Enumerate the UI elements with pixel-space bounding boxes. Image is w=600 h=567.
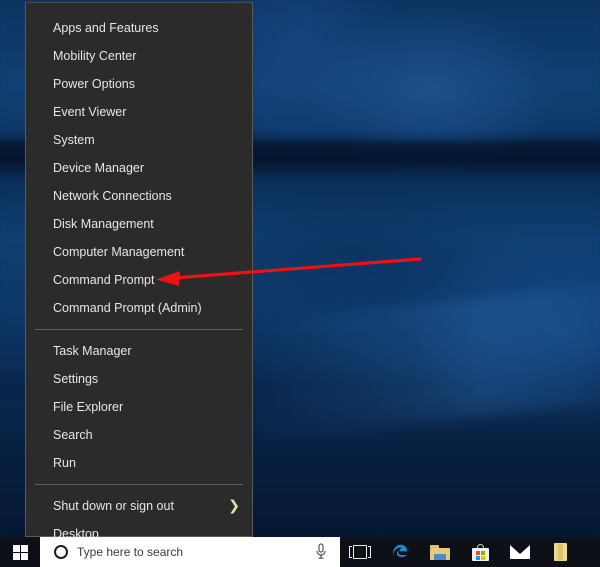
windows-logo-icon	[12, 544, 28, 560]
menu-item-label: Command Prompt (Admin)	[53, 301, 202, 315]
sticky-notes-button[interactable]	[540, 537, 580, 567]
microphone-button[interactable]	[302, 537, 340, 567]
task-view-icon	[349, 545, 371, 559]
menu-item-computer-management[interactable]: Computer Management	[26, 238, 252, 266]
search-placeholder-text: Type here to search	[77, 545, 184, 559]
microphone-icon	[316, 543, 326, 559]
menu-item-command-prompt[interactable]: Command Prompt	[26, 266, 252, 294]
menu-item-label: Settings	[53, 372, 99, 386]
menu-item-run[interactable]: Run	[26, 449, 252, 477]
menu-item-settings[interactable]: Settings	[26, 365, 252, 393]
menu-item-label: Device Manager	[53, 161, 145, 175]
edge-icon	[393, 544, 408, 560]
mail-button[interactable]	[500, 537, 540, 567]
menu-item-disk-management[interactable]: Disk Management	[26, 210, 252, 238]
menu-group-tools: Task Manager Settings File Explorer Search R…	[26, 337, 252, 477]
menu-item-file-explorer[interactable]: File Explorer	[26, 393, 252, 421]
task-view-button[interactable]	[340, 537, 380, 567]
search-input[interactable]: Type here to search	[40, 537, 302, 567]
microsoft-store-button[interactable]	[460, 537, 500, 567]
menu-divider-1	[35, 329, 243, 330]
menu-item-label: Search	[53, 428, 93, 442]
menu-item-label: Network Connections	[53, 189, 172, 203]
menu-item-label: Command Prompt	[53, 273, 155, 287]
file-explorer-folder-icon	[430, 544, 450, 560]
cortana-circle-icon	[54, 545, 68, 559]
menu-item-search[interactable]: Search	[26, 421, 252, 449]
screen: Apps and Features Mobility Center Power Op…	[0, 0, 600, 567]
menu-item-label: System	[53, 133, 95, 147]
yellow-note-icon	[553, 543, 567, 561]
menu-group-system: Apps and Features Mobility Center Power Op…	[26, 3, 252, 322]
chevron-right-icon: ❯	[228, 498, 240, 514]
menu-item-event-viewer[interactable]: Event Viewer	[26, 98, 252, 126]
menu-item-label: Event Viewer	[53, 105, 127, 119]
menu-item-mobility-center[interactable]: Mobility Center	[26, 42, 252, 70]
menu-divider-2	[35, 484, 243, 485]
menu-item-power-options[interactable]: Power Options	[26, 70, 252, 98]
menu-item-device-manager[interactable]: Device Manager	[26, 154, 252, 182]
menu-item-label: File Explorer	[53, 400, 124, 414]
menu-item-label: Run	[53, 456, 76, 470]
menu-item-system[interactable]: System	[26, 126, 252, 154]
menu-item-shut-down-or-sign-out[interactable]: Shut down or sign out ❯	[26, 492, 252, 520]
microsoft-store-icon	[471, 543, 489, 561]
menu-item-label: Task Manager	[53, 344, 132, 358]
menu-item-label: Computer Management	[53, 245, 185, 259]
mail-envelope-icon	[510, 545, 530, 559]
menu-item-network-connections[interactable]: Network Connections	[26, 182, 252, 210]
menu-item-label: Power Options	[53, 77, 135, 91]
edge-button[interactable]	[380, 537, 420, 567]
file-explorer-button[interactable]	[420, 537, 460, 567]
menu-item-task-manager[interactable]: Task Manager	[26, 337, 252, 365]
system-tray	[580, 537, 600, 567]
menu-item-label: Shut down or sign out	[53, 499, 174, 513]
menu-item-label: Apps and Features	[53, 21, 159, 35]
menu-item-label: Disk Management	[53, 217, 154, 231]
menu-item-command-prompt-admin[interactable]: Command Prompt (Admin)	[26, 294, 252, 322]
start-button[interactable]	[0, 537, 40, 567]
menu-item-label: Mobility Center	[53, 49, 137, 63]
power-user-menu[interactable]: Apps and Features Mobility Center Power Op…	[25, 2, 253, 541]
taskbar: Type here to search	[0, 537, 600, 567]
menu-item-apps-and-features[interactable]: Apps and Features	[26, 14, 252, 42]
